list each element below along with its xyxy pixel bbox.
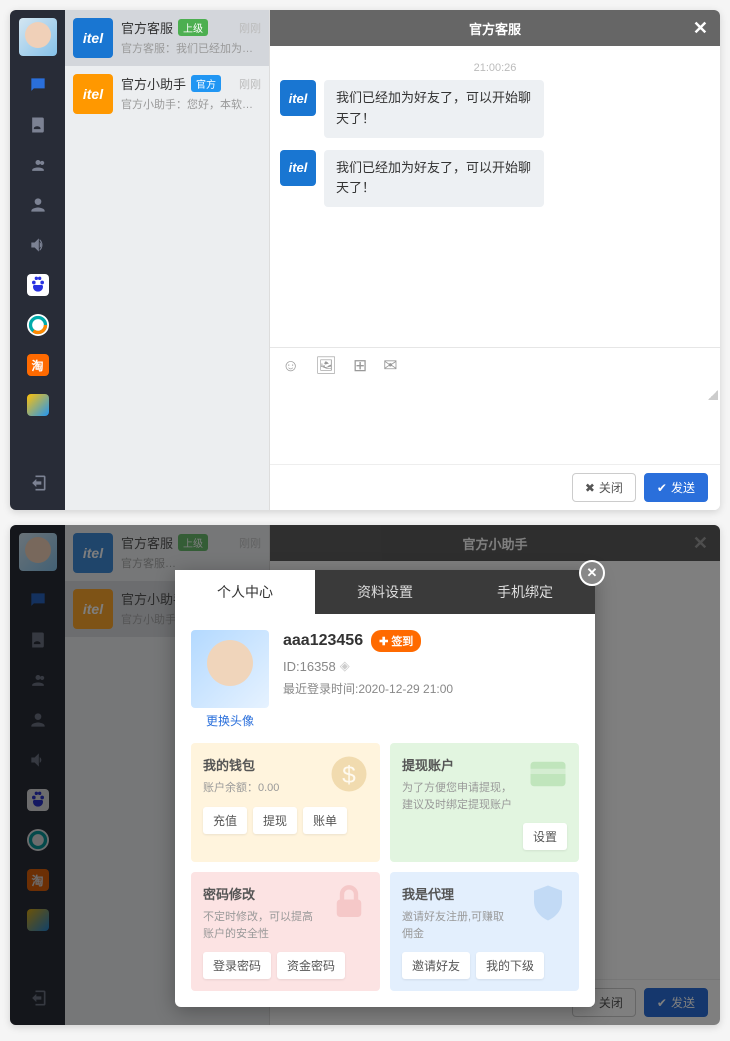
taobao-icon[interactable]: 淘: [27, 354, 49, 376]
chat-window-1: 淘 itel 官方客服 上级 官方客服：我们已经加为好友了... 刚刚 itel…: [10, 10, 720, 510]
conversation-badge: 官方: [191, 75, 221, 92]
conversation-preview: 官方小助手：您好，本软件正在...: [121, 96, 261, 112]
group-icon[interactable]: [27, 154, 49, 176]
conversation-badge: 上级: [178, 19, 208, 36]
profile-avatar: [191, 630, 269, 708]
conversation-time: 刚刚: [239, 20, 261, 36]
message-input[interactable]: [270, 384, 720, 464]
withdraw-account-card: 提现账户 为了方便您申请提现，建议及时绑定提现账户 设置: [390, 743, 579, 862]
chat-header: 官方客服 ✕: [270, 10, 720, 46]
tab-settings[interactable]: 资料设置: [315, 570, 455, 614]
card-subtitle: 邀请好友注册,可赚取佣金: [402, 909, 512, 942]
invite-button[interactable]: 邀请好友: [402, 952, 470, 979]
timestamp: 21:00:26: [280, 62, 710, 74]
tab-profile[interactable]: 个人中心: [175, 570, 315, 614]
username-text: aaa123456: [283, 632, 363, 650]
user-id: ID:16358: [283, 659, 336, 674]
conversation-preview: 官方客服：我们已经加为好友了...: [121, 40, 261, 56]
card-subtitle: 为了方便您申请提现，建议及时绑定提现账户: [402, 780, 512, 813]
speaker-icon[interactable]: [27, 234, 49, 256]
lock-icon: [328, 882, 370, 924]
chat-window-2: 淘 itel 官方客服 上级 官方客服… 刚刚 itel 官方小助手 官方小助手…: [10, 525, 720, 1025]
signin-button[interactable]: ✚ 签到: [371, 630, 421, 652]
wallet-icon: $: [328, 753, 370, 795]
message-area: 21:00:26 itel 我们已经加为好友了，可以开始聊天了！ itel 我们…: [270, 46, 720, 347]
chat-icon[interactable]: [27, 74, 49, 96]
tab-phone-bind[interactable]: 手机绑定: [455, 570, 595, 614]
modal-close-icon[interactable]: ✕: [579, 560, 605, 586]
mail-icon[interactable]: ✉: [383, 356, 397, 376]
conversation-avatar: itel: [73, 18, 113, 58]
password-card: 密码修改 不定时修改，可以提高账户的安全性 登录密码 资金密码: [191, 872, 380, 991]
conversation-item[interactable]: itel 官方客服 上级 官方客服：我们已经加为好友了... 刚刚: [65, 10, 269, 66]
profile-icon[interactable]: [27, 194, 49, 216]
conversation-name: 官方小助手: [121, 74, 186, 93]
modal-tabs: 个人中心 资料设置 手机绑定: [175, 570, 595, 614]
conversation-item[interactable]: itel 官方小助手 官方 官方小助手：您好，本软件正在... 刚刚: [65, 66, 269, 122]
card-subtitle: 不定时修改，可以提高账户的安全性: [203, 909, 313, 942]
emoji-icon[interactable]: ☺: [282, 356, 299, 376]
svg-text:$: $: [342, 762, 356, 789]
close-icon[interactable]: ✕: [693, 18, 708, 39]
card-icon: [527, 753, 569, 795]
message-bubble: 我们已经加为好友了，可以开始聊天了！: [324, 80, 544, 138]
profile-modal: ✕ 个人中心 资料设置 手机绑定 更换头像 aaa123456 ✚ 签到 ID:…: [175, 570, 595, 1007]
message: itel 我们已经加为好友了，可以开始聊天了！: [280, 80, 710, 138]
user-avatar[interactable]: [19, 18, 57, 56]
downline-button[interactable]: 我的下级: [476, 952, 544, 979]
wallet-card: $ 我的钱包 账户余额：0.00 充值 提现 账单: [191, 743, 380, 862]
fund-password-button[interactable]: 资金密码: [277, 952, 345, 979]
resize-grip[interactable]: [708, 390, 718, 400]
chat-footer: ✖ 关闭 ✔ 发送: [270, 464, 720, 510]
tencent-icon[interactable]: [27, 314, 49, 336]
change-avatar-link[interactable]: 更换头像: [191, 712, 269, 729]
login-password-button[interactable]: 登录密码: [203, 952, 271, 979]
baidu-icon[interactable]: [27, 274, 49, 296]
card-subtitle: 账户余额：0.00: [203, 780, 313, 797]
message: itel 我们已经加为好友了，可以开始聊天了！: [280, 150, 710, 208]
conversation-time: 刚刚: [239, 76, 261, 92]
conversation-name: 官方客服: [121, 18, 173, 37]
conversation-list: itel 官方客服 上级 官方客服：我们已经加为好友了... 刚刚 itel 官…: [65, 10, 270, 510]
contacts-icon[interactable]: [27, 114, 49, 136]
bills-button[interactable]: 账单: [303, 807, 347, 834]
level-icon: ◈: [340, 658, 350, 674]
conversation-avatar: itel: [73, 74, 113, 114]
message-avatar: itel: [280, 150, 316, 186]
message-avatar: itel: [280, 80, 316, 116]
shield-icon: [527, 882, 569, 924]
chat-panel: 官方客服 ✕ 21:00:26 itel 我们已经加为好友了，可以开始聊天了！ …: [270, 10, 720, 510]
setup-button[interactable]: 设置: [523, 823, 567, 850]
last-login: 最近登录时间:2020-12-29 21:00: [283, 680, 579, 697]
logout-icon[interactable]: [27, 472, 49, 494]
send-button[interactable]: ✔ 发送: [644, 473, 708, 502]
close-button[interactable]: ✖ 关闭: [572, 473, 636, 502]
edge-icon[interactable]: [27, 394, 49, 416]
video-icon[interactable]: ⊞: [353, 356, 367, 376]
chat-title: 官方客服: [469, 19, 521, 38]
message-bubble: 我们已经加为好友了，可以开始聊天了！: [324, 150, 544, 208]
withdraw-button[interactable]: 提现: [253, 807, 297, 834]
agent-card: 我是代理 邀请好友注册,可赚取佣金 邀请好友 我的下级: [390, 872, 579, 991]
input-toolbar: ☺ 🖼 ⊞ ✉: [270, 347, 720, 384]
image-icon[interactable]: 🖼: [315, 356, 337, 376]
left-sidebar: 淘: [10, 10, 65, 510]
recharge-button[interactable]: 充值: [203, 807, 247, 834]
